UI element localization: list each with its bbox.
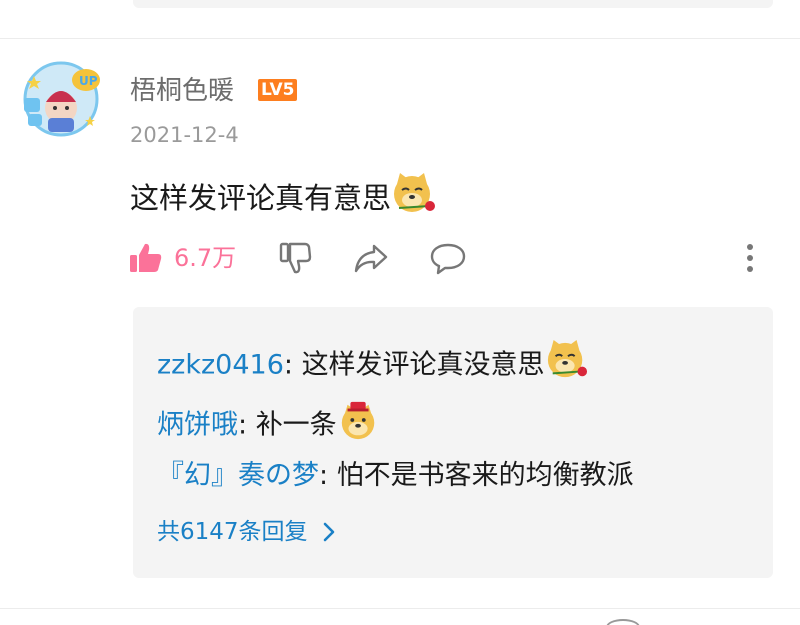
comment-text: 这样发评论真有意思 — [130, 172, 437, 228]
chevron-right-icon — [323, 522, 334, 542]
doge-rose-emote — [545, 339, 589, 393]
previous-reply-box — [133, 0, 773, 8]
avatar[interactable]: UP — [20, 58, 102, 140]
view-all-replies-link[interactable]: 共6147条回复 — [157, 514, 336, 550]
next-comment-avatar-edge — [606, 619, 640, 625]
reply-item[interactable]: 炳饼哦: 补一条 — [157, 399, 381, 453]
share-button[interactable] — [352, 240, 390, 276]
username[interactable]: 梧桐色暖 — [130, 73, 234, 109]
doge-rose-emote — [391, 172, 437, 228]
like-button[interactable]: 6.7万 — [128, 240, 236, 276]
reply-button[interactable] — [429, 240, 467, 276]
reply-bubble-icon — [430, 243, 466, 275]
reply-separator: : — [283, 349, 302, 381]
reply-author[interactable]: 炳饼哦 — [157, 410, 238, 441]
more-vertical-icon — [747, 244, 753, 272]
reply-text: 补一条 — [255, 409, 337, 441]
comment-page: UP 梧桐色暖 LV5 2021-12-4 这样发评论真有意思 6.7万 zzk… — [0, 0, 800, 625]
doge-hat-emote — [337, 399, 381, 453]
replies-preview[interactable]: zzkz0416: 这样发评论真没意思 炳饼哦: 补一条 『幻』奏の梦: 怕不是… — [133, 307, 773, 578]
reply-separator: : — [319, 460, 337, 491]
share-icon — [354, 244, 388, 273]
reply-item[interactable]: zzkz0416: 这样发评论真没意思 — [157, 339, 589, 393]
reply-separator: : — [238, 409, 256, 441]
thumbs-up-icon — [130, 243, 162, 272]
divider — [0, 38, 800, 39]
svg-text:UP: UP — [79, 74, 98, 88]
reply-text: 怕不是书客来的均衡教派 — [336, 460, 634, 491]
comment-date: 2021-12-4 — [130, 123, 239, 147]
reply-item[interactable]: 『幻』奏の梦: 怕不是书客来的均衡教派 — [157, 456, 634, 496]
comment-text-body: 这样发评论真有意思 — [130, 181, 392, 215]
more-options-button[interactable] — [738, 240, 762, 276]
like-count: 6.7万 — [174, 244, 237, 272]
divider — [0, 608, 800, 609]
dislike-button[interactable] — [277, 240, 313, 276]
reply-author[interactable]: zzkz0416 — [157, 350, 284, 381]
more-replies-label: 共6147条回复 — [157, 519, 308, 545]
level-badge: LV5 — [258, 79, 298, 101]
thumbs-down-icon — [279, 242, 312, 274]
reply-text: 这样发评论真没意思 — [301, 349, 545, 381]
reply-author[interactable]: 『幻』奏の梦 — [157, 460, 319, 491]
